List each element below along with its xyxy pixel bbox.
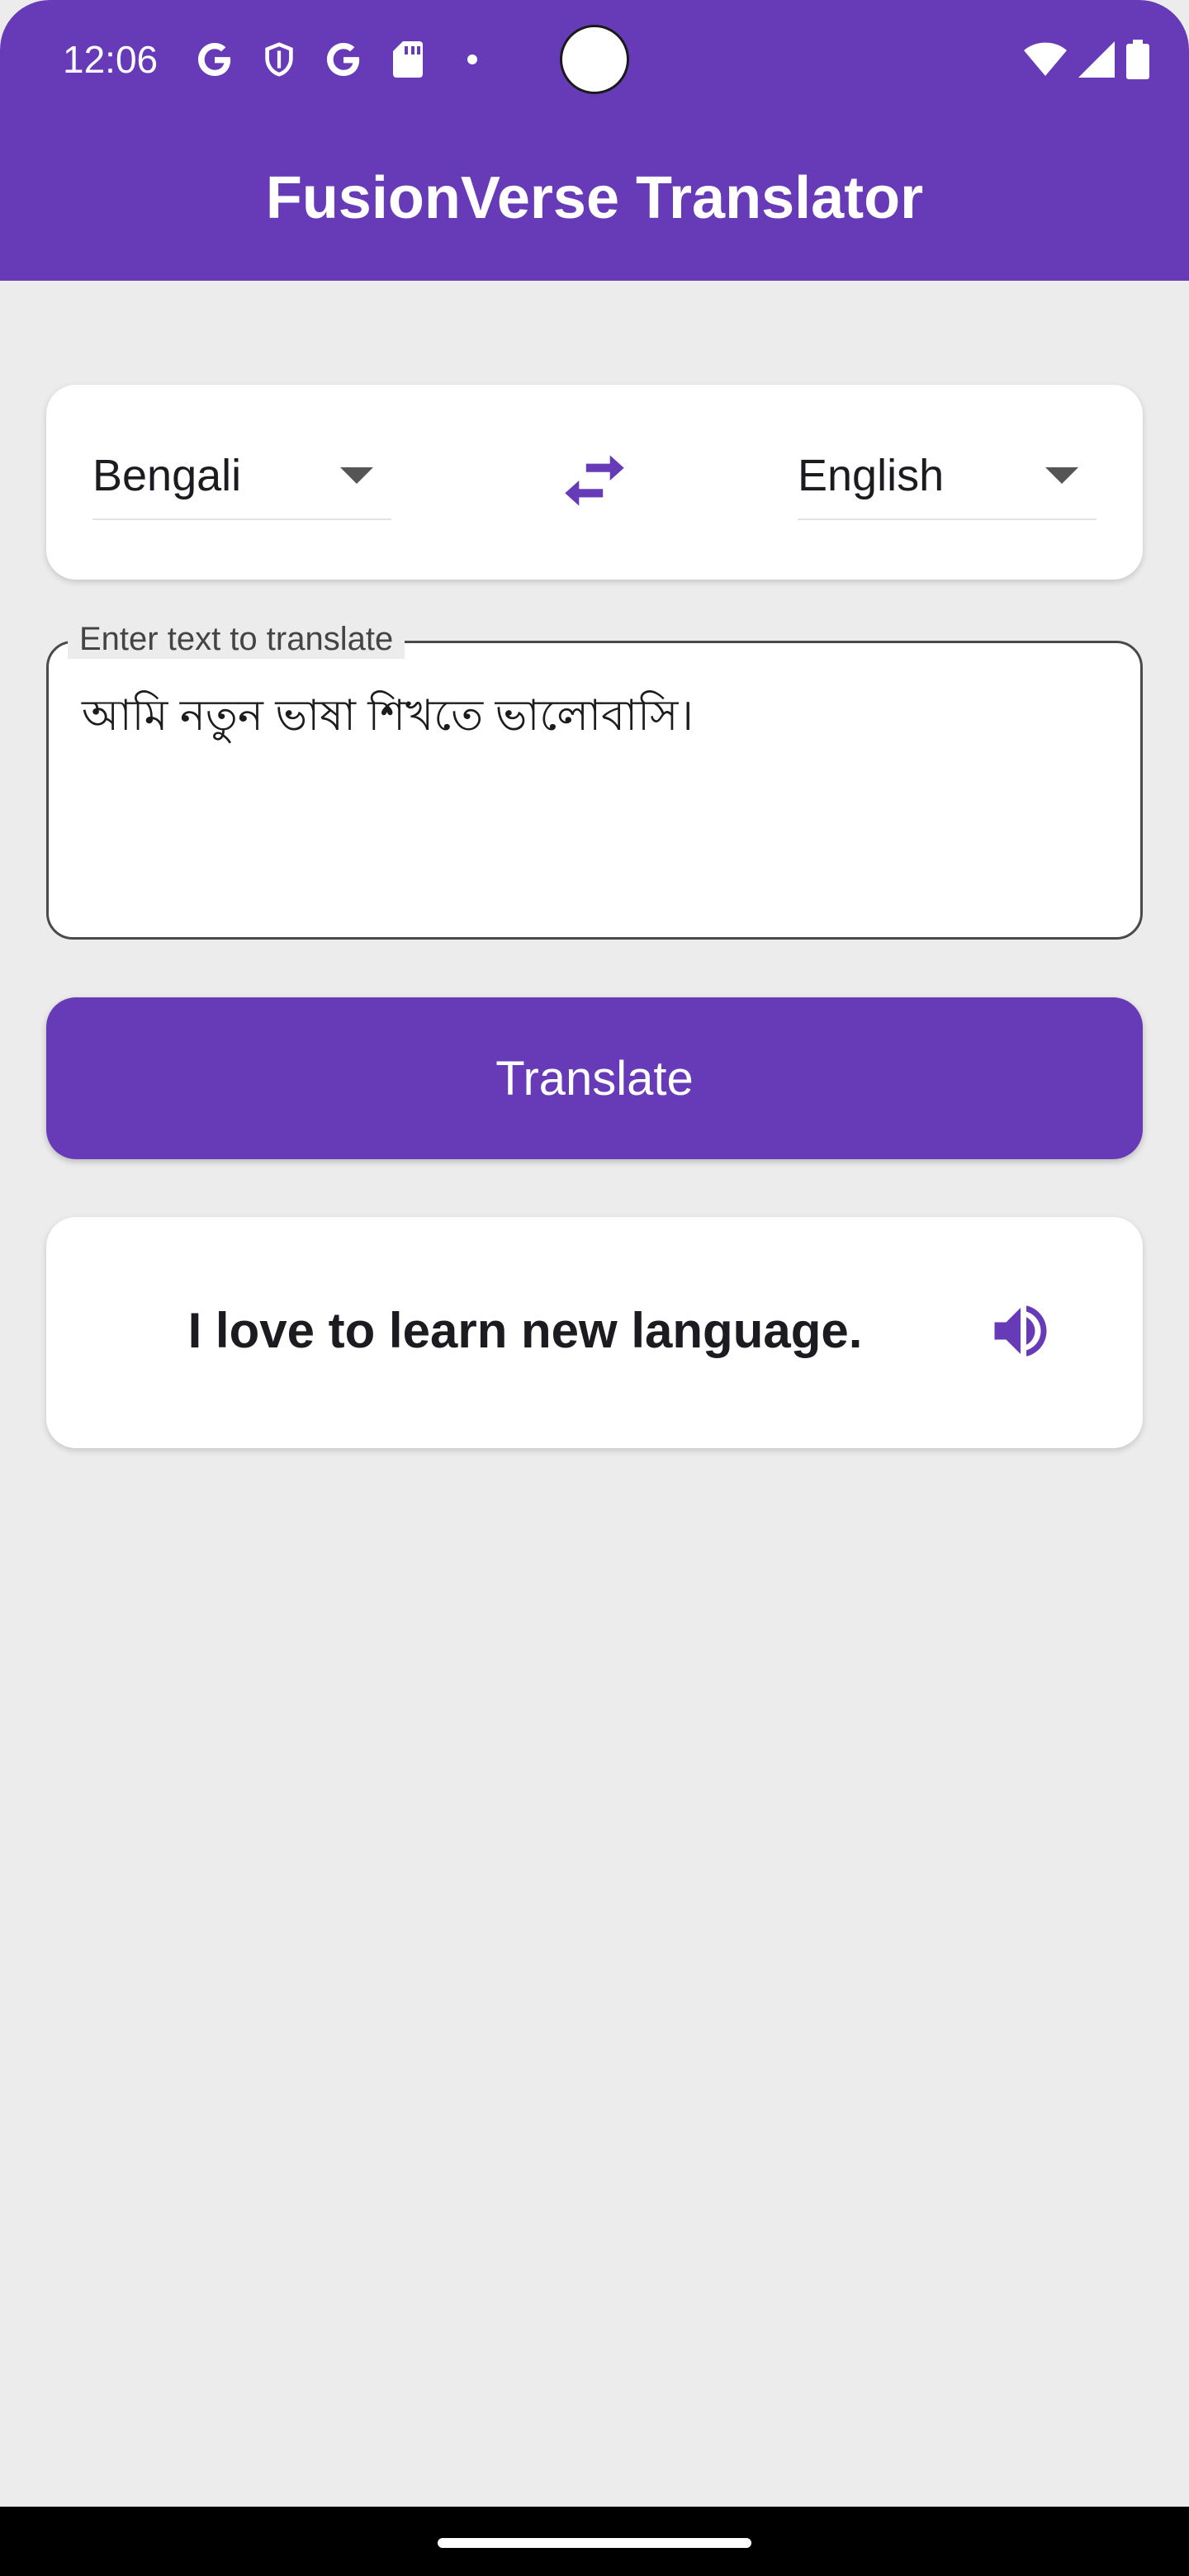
battery-icon xyxy=(1126,40,1149,79)
home-gesture-handle[interactable] xyxy=(438,2538,751,2548)
wifi-icon xyxy=(1024,41,1067,78)
google-g-icon xyxy=(320,36,367,83)
translate-button[interactable]: Translate xyxy=(46,997,1143,1159)
system-navigation-bar xyxy=(0,2507,1189,2576)
dropdown-arrow-icon xyxy=(1045,467,1078,484)
target-language-label: English xyxy=(798,451,945,500)
translate-text-field[interactable]: আমি নতুন ভাষা শিখতে ভালোবাসি। xyxy=(46,641,1143,940)
input-label: Enter text to translate xyxy=(68,619,405,659)
status-notification-icons xyxy=(192,36,514,83)
google-g-icon xyxy=(192,36,238,83)
status-time: 12:06 xyxy=(63,38,159,81)
speak-button[interactable] xyxy=(979,1291,1062,1374)
source-language-dropdown[interactable]: Bengali xyxy=(92,428,391,520)
app-bar: 12:06 FusionVerse Translator xyxy=(0,0,1189,281)
translation-result-card: I love to learn new language. xyxy=(46,1217,1143,1448)
cellular-signal-icon xyxy=(1078,41,1115,78)
language-selector-card: Bengali English xyxy=(46,385,1143,580)
translated-text: I love to learn new language. xyxy=(187,1303,863,1358)
shield-icon xyxy=(256,36,302,83)
sd-card-icon xyxy=(385,36,431,83)
swap-horiz-icon xyxy=(560,452,629,513)
volume-up-icon xyxy=(984,1296,1057,1370)
camera-cutout xyxy=(560,25,629,94)
dot-icon xyxy=(449,36,495,83)
app-title: FusionVerse Translator xyxy=(265,165,924,231)
source-language-label: Bengali xyxy=(92,451,242,500)
target-language-dropdown[interactable]: English xyxy=(798,428,1097,520)
input-text[interactable]: আমি নতুন ভাষা শিখতে ভালোবাসি। xyxy=(82,686,694,746)
app-screen: 12:06 FusionVerse Translator Bengali Eng… xyxy=(0,0,1189,2576)
dropdown-arrow-icon xyxy=(340,467,373,484)
swap-languages-button[interactable] xyxy=(548,441,641,523)
status-system-icons xyxy=(1012,36,1149,83)
